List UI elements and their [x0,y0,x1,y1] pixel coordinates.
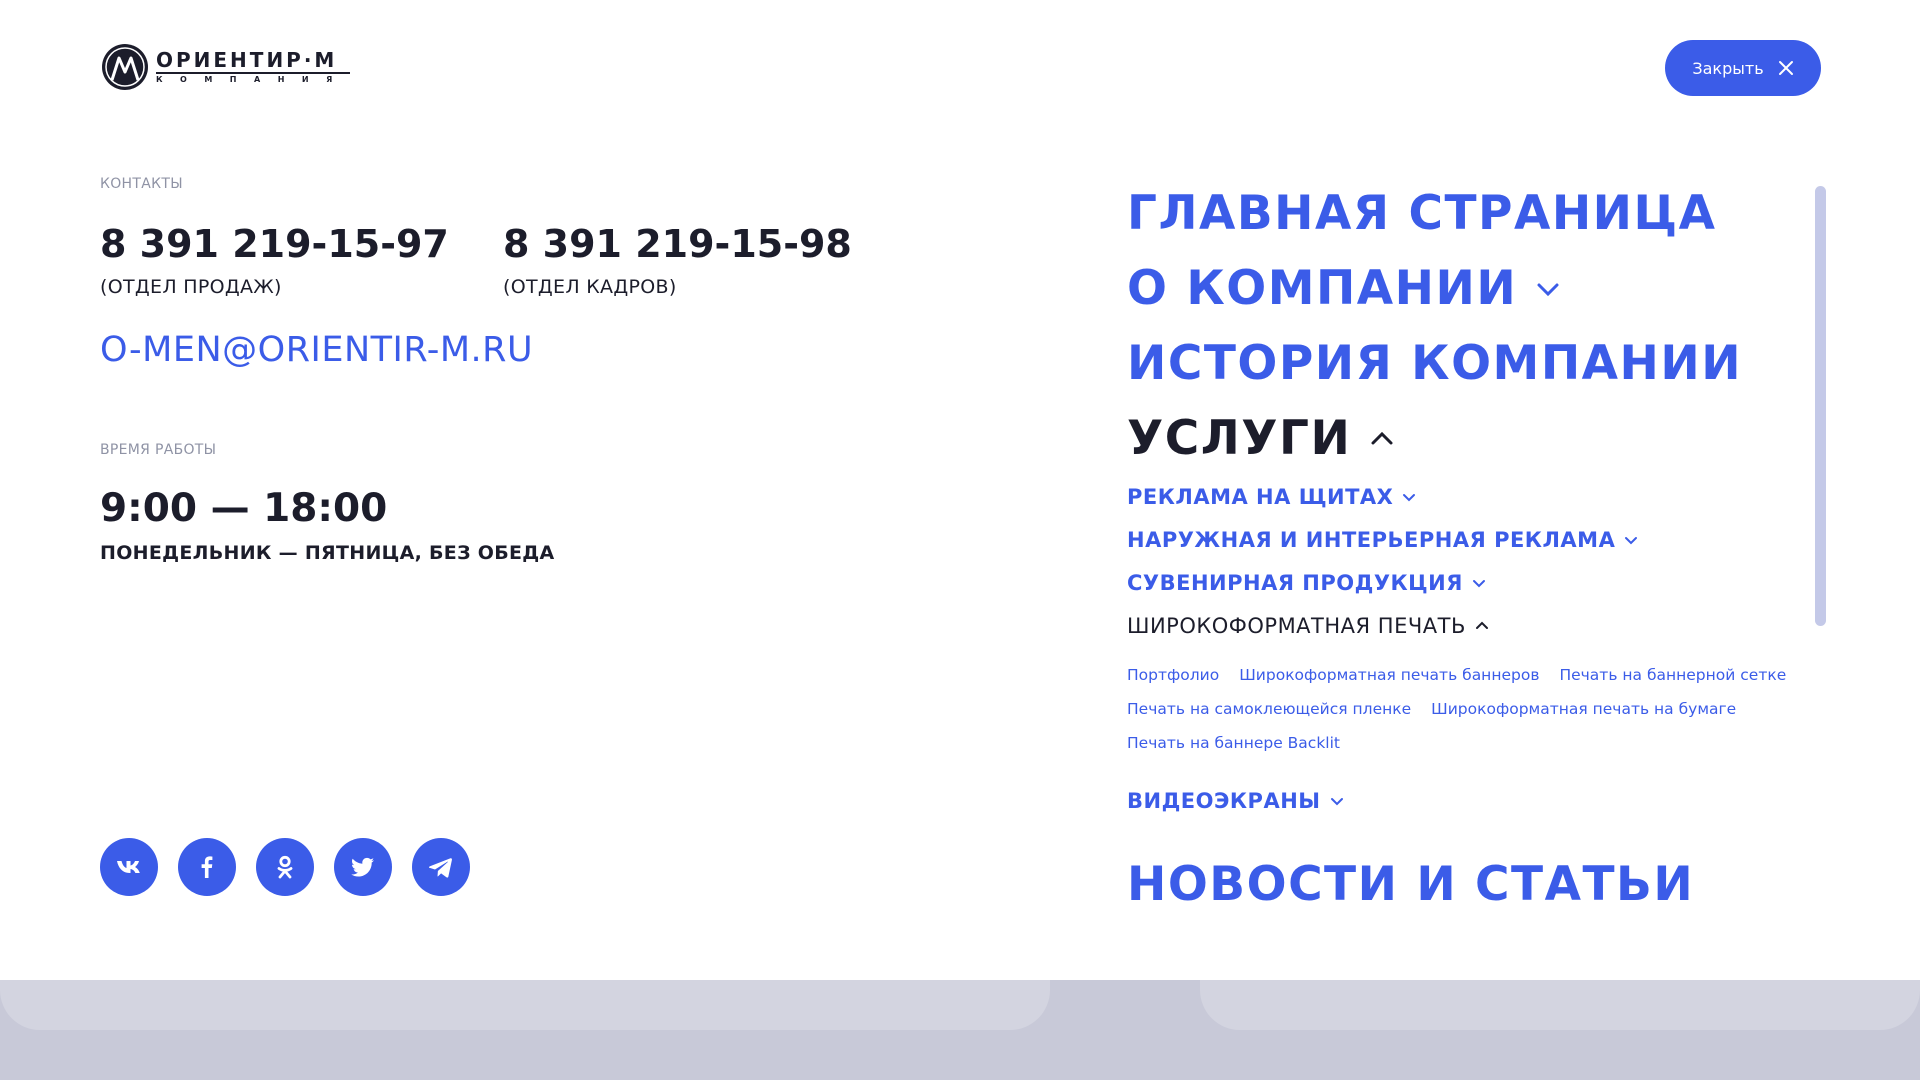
phone-sales-note: (ОТДЕЛ ПРОДАЖ) [100,276,282,298]
twitter-icon [351,857,374,877]
link-portfolio[interactable]: Портфолио [1127,664,1219,686]
footer-backdrop-shape [1200,980,1920,1030]
vk-icon [117,861,140,873]
social-links [100,838,470,896]
twitter-button[interactable] [334,838,392,896]
nav-item-services[interactable]: УСЛУГИ [1127,411,1395,466]
work-hours: 9:00 — 18:00 [100,486,388,531]
sub-item-souvenirs[interactable]: СУВЕНИРНАЯ ПРОДУКЦИЯ [1127,571,1487,595]
sub-item-billboards-label: РЕКЛАМА НА ЩИТАХ [1127,485,1394,509]
odnoklassniki-button[interactable] [256,838,314,896]
logo-title: ОРИЕНТИР·М [156,49,350,74]
sub-item-wide-print-label: ШИРОКОФОРМАТНАЯ ПЕЧАТЬ [1127,614,1466,638]
logo-icon [102,44,148,90]
link-backlit-print[interactable]: Печать на баннере Backlit [1127,732,1340,754]
nav-item-history[interactable]: ИСТОРИЯ КОМПАНИИ [1127,336,1742,391]
nav-item-main-label: ГЛАВНАЯ СТРАНИЦА [1127,186,1717,241]
email-link[interactable]: O-MEN@ORIENTIR-M.RU [100,330,533,370]
sub-item-wide-print[interactable]: ШИРОКОФОРМАТНАЯ ПЕЧАТЬ [1127,614,1490,638]
chevron-down-icon [1403,494,1416,502]
link-banner-print[interactable]: Широкоформатная печать баннеров [1239,664,1539,686]
telegram-button[interactable] [412,838,470,896]
facebook-icon [201,856,213,878]
chevron-down-icon [1537,283,1559,296]
sub-item-billboards[interactable]: РЕКЛАМА НА ЩИТАХ [1127,485,1417,509]
phone-sales[interactable]: 8 391 219-15-97 [100,222,449,266]
sub-item-outdoor-label: НАРУЖНАЯ И ИНТЕРЬЕРНАЯ РЕКЛАМА [1127,528,1616,552]
work-days: ПОНЕДЕЛЬНИК — ПЯТНИЦА, БЕЗ ОБЕДА [100,542,555,564]
link-paper-print[interactable]: Широкоформатная печать на бумаге [1431,698,1736,720]
chevron-down-icon [1625,537,1638,545]
nav-item-about-label: О КОМПАНИИ [1127,261,1518,316]
odnoklassniki-icon [277,855,293,879]
sub-item-outdoor[interactable]: НАРУЖНАЯ И ИНТЕРЬЕРНАЯ РЕКЛАМА [1127,528,1639,552]
nav-item-history-label: ИСТОРИЯ КОМПАНИИ [1127,336,1743,391]
phone-hr[interactable]: 8 391 219-15-98 [503,222,852,266]
contacts-label: КОНТАКТЫ [100,176,183,192]
telegram-icon [428,858,452,878]
vk-button[interactable] [100,838,158,896]
link-mesh-print[interactable]: Печать на баннерной сетке [1559,664,1786,686]
facebook-button[interactable] [178,838,236,896]
chevron-up-icon [1371,431,1393,444]
close-button-label: Закрыть [1692,58,1764,78]
chevron-down-icon [1330,798,1343,806]
close-button[interactable]: Закрыть [1665,40,1821,96]
chevron-down-icon [1472,580,1485,588]
wide-print-links: Портфолио Широкоформатная печать баннеро… [1127,664,1807,754]
nav-item-services-label: УСЛУГИ [1127,411,1352,466]
logo-subtitle: КОМПАНИЯ [156,75,350,84]
nav-scrollbar[interactable] [1815,186,1826,626]
phone-hr-note: (ОТДЕЛ КАДРОВ) [503,276,677,298]
footer-backdrop-shape [0,980,1050,1030]
nav-item-main[interactable]: ГЛАВНАЯ СТРАНИЦА [1127,186,1716,241]
nav-item-about[interactable]: О КОМПАНИИ [1127,261,1561,316]
work-time-label: ВРЕМЯ РАБОТЫ [100,442,217,458]
sub-item-souvenirs-label: СУВЕНИРНАЯ ПРОДУКЦИЯ [1127,571,1463,595]
nav-item-news-label: НОВОСТИ И СТАТЬИ [1127,857,1695,912]
link-film-print[interactable]: Печать на самоклеющейся пленке [1127,698,1411,720]
sub-item-video[interactable]: ВИДЕОЭКРАНЫ [1127,789,1345,813]
close-icon [1778,61,1793,75]
sub-item-video-label: ВИДЕОЭКРАНЫ [1127,789,1321,813]
nav-item-news[interactable]: НОВОСТИ И СТАТЬИ [1127,857,1694,912]
logo[interactable]: ОРИЕНТИР·М КОМПАНИЯ [100,42,350,92]
chevron-up-icon [1475,621,1488,629]
